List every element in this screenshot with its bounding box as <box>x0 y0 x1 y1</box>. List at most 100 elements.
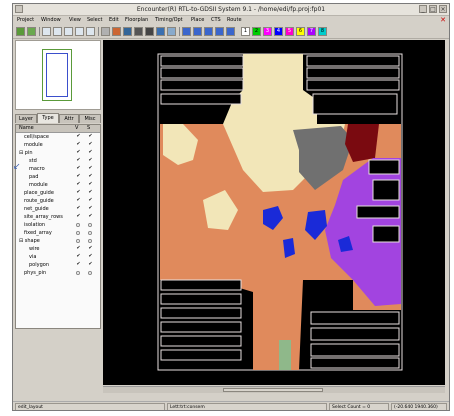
color-swatch-button[interactable]: 1 <box>241 27 250 36</box>
window-icon[interactable] <box>167 27 176 36</box>
up-icon[interactable] <box>204 27 213 36</box>
color-swatch-button[interactable]: 2 <box>252 27 261 36</box>
visible-radio[interactable] <box>76 223 80 227</box>
selectable-checkbox[interactable]: ✔ <box>88 182 93 187</box>
visible-checkbox[interactable]: ✔ <box>76 182 81 187</box>
horizontal-scrollbar[interactable] <box>103 386 445 393</box>
layer-row[interactable]: net_guide ✔ ✔ <box>16 205 100 213</box>
tab-misc[interactable]: Misc <box>79 114 101 123</box>
zoom-out-icon[interactable] <box>53 27 62 36</box>
visible-checkbox[interactable]: ✔ <box>76 142 81 147</box>
left-icon[interactable] <box>226 27 235 36</box>
visible-checkbox[interactable]: ✔ <box>76 174 81 179</box>
menu-window[interactable]: Window <box>41 17 61 23</box>
selectable-checkbox[interactable]: ✔ <box>88 246 93 251</box>
menu-place[interactable]: Place <box>191 17 204 23</box>
visible-checkbox[interactable]: ✔ <box>76 246 81 251</box>
place-icon[interactable] <box>112 27 121 36</box>
visible-checkbox[interactable]: ✔ <box>76 198 81 203</box>
view-rectangle[interactable] <box>46 53 68 97</box>
wire-icon[interactable] <box>134 27 143 36</box>
scrollbar-thumb[interactable] <box>223 388 323 392</box>
layer-row[interactable]: route_guide ✔ ✔ <box>16 197 100 205</box>
selectable-checkbox[interactable]: ✔ <box>88 206 93 211</box>
layer-row[interactable]: module ✔ ✔ <box>16 181 100 189</box>
visible-radio[interactable] <box>76 239 80 243</box>
tab-type[interactable]: Type <box>37 113 59 123</box>
menu-select[interactable]: Select <box>87 17 102 23</box>
selectable-radio[interactable] <box>88 231 92 235</box>
back-icon[interactable] <box>182 27 191 36</box>
open-icon[interactable] <box>16 27 25 36</box>
visible-checkbox[interactable]: ✔ <box>76 166 81 171</box>
visible-checkbox[interactable]: ✔ <box>76 214 81 219</box>
visible-checkbox[interactable]: ✔ <box>76 134 81 139</box>
layer-row[interactable]: place_guide ✔ ✔ <box>16 189 100 197</box>
color-swatch-button[interactable]: 3 <box>263 27 272 36</box>
layer-row[interactable]: polygon ✔ ✔ <box>16 261 100 269</box>
tab-layer[interactable]: Layer <box>15 114 37 123</box>
column-selectable[interactable]: S <box>87 125 90 131</box>
tab-attr[interactable]: Attr <box>59 114 79 123</box>
layer-row[interactable]: via ✔ ✔ <box>16 253 100 261</box>
visible-radio[interactable] <box>76 231 80 235</box>
layer-row[interactable]: wire ✔ ✔ <box>16 245 100 253</box>
route-icon[interactable] <box>123 27 132 36</box>
color-swatch-button[interactable]: 6 <box>296 27 305 36</box>
selectable-checkbox[interactable]: ✔ <box>88 166 93 171</box>
menu-project[interactable]: Project <box>17 17 34 23</box>
selectable-checkbox[interactable]: ✔ <box>88 150 93 155</box>
redraw-icon[interactable] <box>86 27 95 36</box>
layer-row[interactable]: macro ✔ ✔ <box>16 165 100 173</box>
column-visible[interactable]: V <box>75 125 78 131</box>
zoom-fit-icon[interactable] <box>64 27 73 36</box>
visible-checkbox[interactable]: ✔ <box>76 254 81 259</box>
down-icon[interactable] <box>215 27 224 36</box>
visible-checkbox[interactable]: ✔ <box>76 262 81 267</box>
selectable-checkbox[interactable]: ✔ <box>88 174 93 179</box>
selectable-checkbox[interactable]: ✔ <box>88 134 93 139</box>
layer-row[interactable]: site_array_rows ✔ ✔ <box>16 213 100 221</box>
zoom-in-icon[interactable] <box>42 27 51 36</box>
selectable-radio[interactable] <box>88 239 92 243</box>
layer-row[interactable]: ⊟ shape <box>16 237 100 245</box>
selectable-radio[interactable] <box>88 271 92 275</box>
visible-checkbox[interactable]: ✔ <box>76 150 81 155</box>
close-icon[interactable]: ✕ <box>440 16 446 24</box>
visible-radio[interactable] <box>76 271 80 275</box>
selectable-checkbox[interactable]: ✔ <box>88 254 93 259</box>
map-icon[interactable] <box>156 27 165 36</box>
hier-icon[interactable] <box>145 27 154 36</box>
overview-window[interactable] <box>15 40 101 110</box>
menu-route[interactable]: Route <box>227 17 242 23</box>
selectable-checkbox[interactable]: ✔ <box>88 142 93 147</box>
menu-cts[interactable]: CTS <box>211 17 221 23</box>
color-swatch-button[interactable]: 4 <box>274 27 283 36</box>
save-icon[interactable] <box>27 27 36 36</box>
layer-row[interactable]: cell/space ✔ ✔ <box>16 133 100 141</box>
selectable-checkbox[interactable]: ✔ <box>88 214 93 219</box>
visible-checkbox[interactable]: ✔ <box>76 158 81 163</box>
selectable-checkbox[interactable]: ✔ <box>88 198 93 203</box>
layer-row[interactable]: fixed_array <box>16 229 100 237</box>
maximize-button[interactable]: □ <box>429 5 437 13</box>
selectable-radio[interactable] <box>88 223 92 227</box>
layer-row[interactable]: ⊟ pin ✔ ✔ <box>16 149 100 157</box>
layer-row[interactable]: pad ✔ ✔ <box>16 173 100 181</box>
visible-checkbox[interactable]: ✔ <box>76 190 81 195</box>
menu-view[interactable]: View <box>69 17 81 23</box>
menu-floorplan[interactable]: Floorplan <box>125 17 148 23</box>
color-swatch-button[interactable]: 7 <box>307 27 316 36</box>
color-swatch-button[interactable]: 5 <box>285 27 294 36</box>
layout-canvas[interactable] <box>103 40 445 385</box>
selectable-checkbox[interactable]: ✔ <box>88 262 93 267</box>
menu-timing-opt[interactable]: Timing/Opt <box>155 17 183 23</box>
minimize-button[interactable]: _ <box>419 5 427 13</box>
menu-edit[interactable]: Edit <box>109 17 119 23</box>
layer-row[interactable]: std ✔ ✔ <box>16 157 100 165</box>
layer-row[interactable]: phys_pin <box>16 269 100 277</box>
column-name[interactable]: Name <box>19 125 34 131</box>
selectable-checkbox[interactable]: ✔ <box>88 158 93 163</box>
zoom-select-icon[interactable] <box>75 27 84 36</box>
close-button[interactable]: × <box>439 5 447 13</box>
